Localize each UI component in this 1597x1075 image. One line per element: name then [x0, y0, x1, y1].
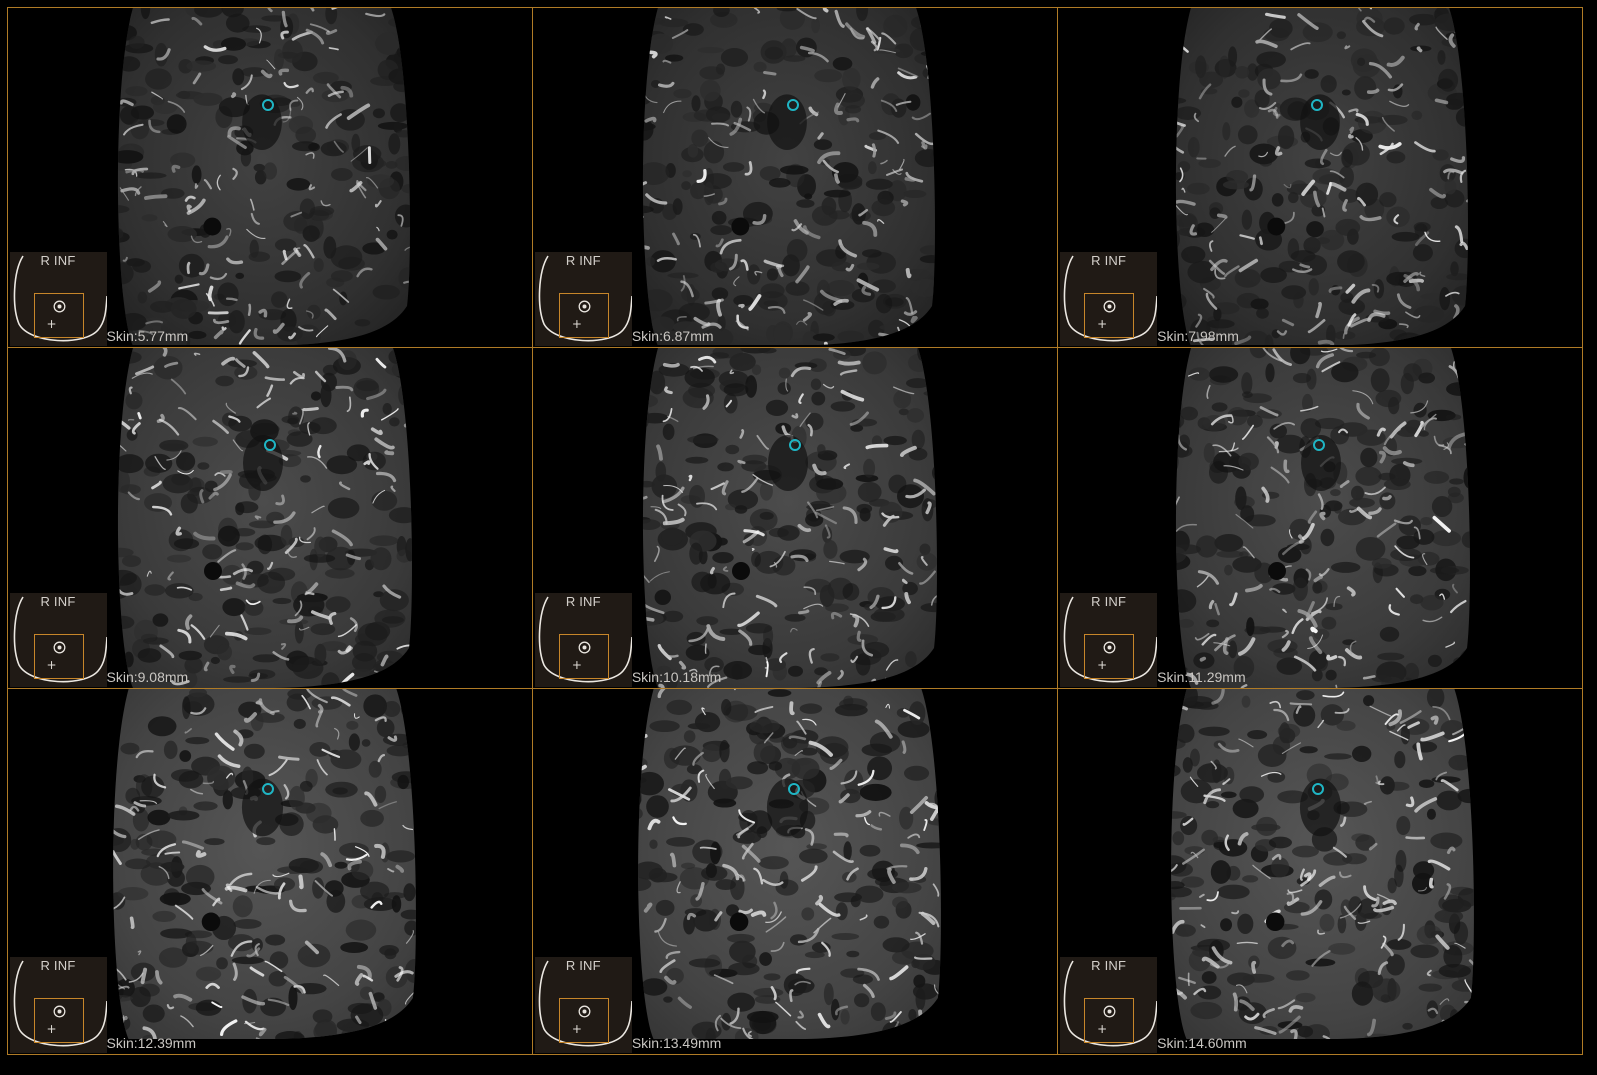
cursor-marker-icon[interactable]	[1310, 98, 1324, 112]
plus-icon: +	[1097, 316, 1108, 331]
orientation-panel: R INF +	[1060, 251, 1158, 346]
target-icon	[578, 1005, 591, 1017]
ultrasound-slice-image[interactable]	[1171, 7, 1469, 346]
target-icon	[578, 300, 591, 312]
orientation-label: R INF	[40, 252, 76, 268]
slice-tile[interactable]: R INF + Skin:11.29mm	[1057, 346, 1584, 689]
orientation-panel: R INF +	[9, 956, 107, 1053]
probe-position-box: +	[33, 292, 84, 338]
slice-tile[interactable]: R INF + Skin:6.87mm	[531, 6, 1059, 348]
slice-tile[interactable]: R INF + Skin:14.60mm	[1057, 687, 1584, 1055]
cursor-marker-icon[interactable]	[261, 98, 275, 112]
skin-depth-label: Skin:6.87mm	[631, 327, 714, 344]
ultrasound-slice-image[interactable]	[108, 688, 417, 1039]
orientation-panel: R INF +	[534, 592, 632, 687]
probe-position-box: +	[558, 292, 609, 338]
orientation-label: R INF	[40, 593, 76, 609]
probe-position-box: +	[1084, 292, 1135, 338]
ultrasound-slice-image[interactable]	[638, 347, 938, 688]
skin-depth-label: Skin:10.18mm	[631, 668, 722, 685]
slice-tile[interactable]: R INF + Skin:10.18mm	[531, 346, 1059, 689]
probe-position-box: +	[558, 633, 609, 679]
skin-depth-label: Skin:14.60mm	[1157, 1034, 1247, 1051]
orientation-panel: R INF +	[1060, 592, 1158, 687]
cursor-marker-icon[interactable]	[787, 782, 801, 796]
target-icon	[578, 641, 591, 653]
skin-depth-label: Skin:11.29mm	[1157, 668, 1246, 685]
orientation-label: R INF	[565, 593, 601, 609]
slice-tile[interactable]: R INF + Skin:7.98mm	[1057, 6, 1584, 348]
ultrasound-slice-image[interactable]	[113, 347, 413, 688]
orientation-panel: R INF +	[534, 251, 632, 346]
orientation-label: R INF	[1091, 252, 1127, 268]
skin-depth-label: Skin:5.77mm	[106, 327, 189, 344]
slice-tile[interactable]: R INF + Skin:13.49mm	[531, 687, 1059, 1055]
ultrasound-slice-image[interactable]	[113, 7, 411, 346]
ultrasound-slice-image[interactable]	[1166, 688, 1475, 1039]
ultrasound-slice-image[interactable]	[638, 7, 936, 346]
cursor-marker-icon[interactable]	[788, 438, 802, 452]
orientation-label: R INF	[565, 957, 601, 973]
cursor-marker-icon[interactable]	[261, 782, 275, 796]
probe-position-box: +	[33, 633, 84, 679]
skin-depth-label: Skin:13.49mm	[631, 1034, 722, 1051]
plus-icon: +	[571, 657, 582, 672]
cursor-marker-icon[interactable]	[786, 98, 800, 112]
ultrasound-slice-image[interactable]	[633, 688, 942, 1039]
target-icon	[53, 1005, 65, 1017]
orientation-label: R INF	[40, 957, 76, 973]
orientation-panel: R INF +	[534, 956, 632, 1053]
plus-icon: +	[46, 1021, 57, 1036]
orientation-label: R INF	[1091, 593, 1127, 609]
plus-icon: +	[571, 316, 582, 331]
probe-position-box: +	[1084, 997, 1135, 1043]
probe-position-box: +	[558, 997, 609, 1043]
target-icon	[53, 300, 65, 312]
slice-tile[interactable]: R INF + Skin:5.77mm	[6, 6, 533, 348]
orientation-panel: R INF +	[9, 592, 107, 687]
orientation-panel: R INF +	[9, 251, 107, 346]
cursor-marker-icon[interactable]	[1312, 438, 1326, 452]
skin-depth-label: Skin:7.98mm	[1157, 327, 1239, 344]
plus-icon: +	[46, 657, 57, 672]
plus-icon: +	[1097, 1021, 1108, 1036]
probe-position-box: +	[1084, 633, 1135, 679]
cursor-marker-icon[interactable]	[1311, 782, 1325, 796]
slice-tile[interactable]: R INF + Skin:12.39mm	[6, 687, 533, 1055]
slice-tile[interactable]: R INF + Skin:9.08mm	[6, 346, 533, 689]
target-icon	[1103, 641, 1116, 653]
target-icon	[1103, 300, 1116, 312]
cursor-marker-icon[interactable]	[263, 438, 277, 452]
orientation-label: R INF	[565, 252, 601, 268]
plus-icon: +	[1097, 657, 1108, 672]
skin-depth-label: Skin:12.39mm	[106, 1034, 196, 1051]
target-icon	[1103, 1005, 1116, 1017]
plus-icon: +	[46, 316, 57, 331]
orientation-panel: R INF +	[1060, 956, 1158, 1053]
plus-icon: +	[571, 1021, 582, 1036]
skin-depth-label: Skin:9.08mm	[106, 668, 189, 685]
target-icon	[53, 641, 65, 653]
slice-grid-viewer: R INF + Skin:5.77mm R INF + Skin:6.87mm …	[6, 6, 1584, 1055]
ultrasound-slice-image[interactable]	[1171, 347, 1471, 688]
orientation-label: R INF	[1091, 957, 1127, 973]
probe-position-box: +	[33, 997, 84, 1043]
